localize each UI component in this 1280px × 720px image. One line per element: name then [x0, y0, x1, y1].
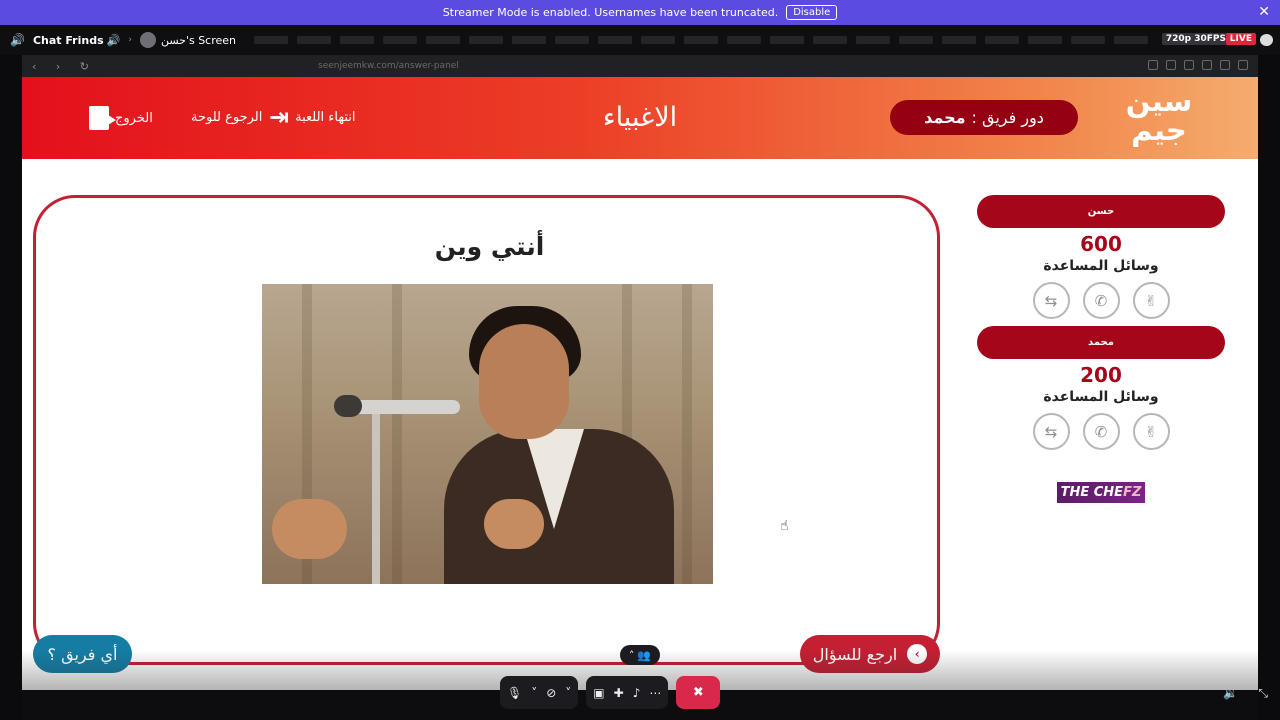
exit-button[interactable]: الخروج — [89, 106, 153, 130]
captured-tab-strip — [254, 36, 1149, 44]
browser-toolbar-icons — [1148, 60, 1248, 70]
helpers-label: وسائل المساعدة — [1043, 389, 1159, 405]
chevron-down-icon[interactable]: ˅ — [531, 686, 537, 700]
swap-icon[interactable]: ⇆ — [1032, 282, 1070, 319]
helper-buttons: ⇆ ✆ ✌ — [977, 413, 1225, 450]
stream-title: حسن's Screen — [160, 33, 237, 47]
chevron-up-icon: ˄ — [628, 648, 635, 662]
speaker-icon[interactable]: 🔊 — [10, 33, 25, 47]
swap-icon[interactable]: ⇆ — [1032, 413, 1070, 450]
screen-share-icon[interactable]: ▣ — [593, 686, 604, 700]
game-header: سين جيم دور فريق : محمد الاغبياء ⇥ انتها… — [22, 77, 1258, 159]
expand-participants-button[interactable]: ˄ 👥 — [620, 645, 660, 665]
gamepad-icon[interactable]: ✚ — [614, 686, 624, 700]
back-to-board-button[interactable]: الرجوع للوحة — [163, 106, 262, 128]
team-panel-1: حسن 600 وسائل المساعدة ⇆ ✆ ✌ — [977, 195, 1225, 319]
activity-group: ▣ ✚ ♪ ⋯ — [586, 676, 669, 709]
captured-browser-toolbar: ‹ › ↻ seenjeemkw.com/answer-panel — [22, 55, 1258, 77]
exit-label: الخروج — [115, 110, 153, 126]
team-turn-indicator: دور فريق : محمد — [890, 100, 1078, 135]
sponsor-logo: THE CHE FZ — [1057, 482, 1145, 503]
helper-buttons: ⇆ ✆ ✌ — [977, 282, 1225, 319]
soundboard-icon[interactable]: ♪ — [633, 686, 641, 700]
turn-label: دور فريق : — [971, 108, 1044, 127]
chevron-down-icon[interactable]: ˅ — [565, 686, 571, 700]
live-badge: LIVE — [1225, 33, 1256, 45]
game-page: سين جيم دور فريق : محمد الاغبياء ⇥ انتها… — [22, 77, 1258, 690]
seen-jeem-logo: سين جيم — [1125, 84, 1193, 147]
category-title: الاغبياء — [602, 102, 678, 133]
team-score: 600 — [1080, 232, 1122, 256]
stop-stream-icon: ✖ — [692, 685, 704, 700]
question-text: أنتي وين — [434, 232, 545, 261]
turn-team-name: محمد — [924, 108, 966, 127]
people-icon: 👥 — [637, 648, 652, 662]
audio-video-group: 🎙 ˅ ⊘ ˅ — [500, 676, 579, 709]
chevron-right-icon: › — [907, 644, 928, 664]
more-options-icon[interactable]: ⋯ — [649, 686, 661, 700]
discord-stream-view: Streamer Mode is enabled. Usernames have… — [0, 0, 1280, 720]
chevron-right-icon: › — [128, 35, 132, 45]
hand-peace-icon[interactable]: ✌ — [1132, 282, 1170, 319]
banner-message: Streamer Mode is enabled. Usernames have… — [442, 6, 779, 19]
stream-quality-badge: 720p 30FPS — [1161, 33, 1230, 45]
question-photo — [262, 284, 713, 584]
hand-peace-icon[interactable]: ✌ — [1132, 413, 1170, 450]
channel-volume-icon: 🔊 — [106, 33, 121, 47]
streamer-mode-banner: Streamer Mode is enabled. Usernames have… — [0, 0, 1280, 25]
call-controls: 🎙 ˅ ⊘ ˅ ▣ ✚ ♪ ⋯ ✖ — [500, 676, 784, 709]
back-to-board-label: الرجوع للوحة — [191, 109, 263, 125]
team-name-pill: محمد — [977, 326, 1225, 359]
team-panel-2: محمد 200 وسائل المساعدة ⇆ ✆ ✌ — [977, 326, 1225, 450]
end-game-label: انتهاء اللعبة — [295, 109, 356, 125]
grid-icon — [163, 106, 185, 128]
stream-volume-icon[interactable]: 🔉 — [1223, 686, 1238, 700]
end-game-button[interactable]: ⇥ انتهاء اللعبة — [269, 103, 356, 131]
streamer-avatar — [139, 32, 156, 48]
hand-cursor-icon: ☝ — [780, 518, 789, 534]
stop-stream-button[interactable]: ✖ — [676, 676, 721, 709]
phone-icon[interactable]: ✆ — [1082, 282, 1120, 319]
back-to-question-button[interactable]: › ارجع للسؤال — [800, 635, 940, 673]
phone-icon[interactable]: ✆ — [1082, 413, 1120, 450]
team-score: 200 — [1080, 363, 1122, 387]
browser-url: seenjeemkw.com/answer-panel — [318, 61, 459, 71]
question-card: أنتي وين — [33, 195, 940, 665]
chat-icon[interactable] — [1260, 34, 1273, 46]
browser-nav-icons: ‹ › ↻ — [32, 59, 98, 73]
team-name-pill: حسن — [977, 195, 1225, 228]
stream-header: 🔊 Chat Frinds 🔊 › حسن's Screen 720p 30FP… — [0, 25, 1280, 55]
camera-off-icon[interactable]: ⊘ — [546, 686, 556, 700]
helpers-label: وسائل المساعدة — [1043, 258, 1159, 274]
exit-fullscreen-icon[interactable]: ⤡ — [1258, 686, 1268, 701]
voice-channel-name[interactable]: Chat Frinds — [33, 34, 104, 47]
exit-door-icon — [89, 106, 116, 130]
microphone-icon[interactable]: 🎙 — [507, 686, 522, 700]
disable-streamer-mode-button[interactable]: Disable — [786, 5, 838, 20]
end-game-icon: ⇥ — [269, 103, 290, 131]
back-to-question-label: ارجع للسؤال — [812, 644, 898, 664]
which-team-button[interactable]: أي فريق ؟ — [33, 635, 132, 673]
close-banner-icon[interactable]: ✕ — [1258, 4, 1270, 20]
